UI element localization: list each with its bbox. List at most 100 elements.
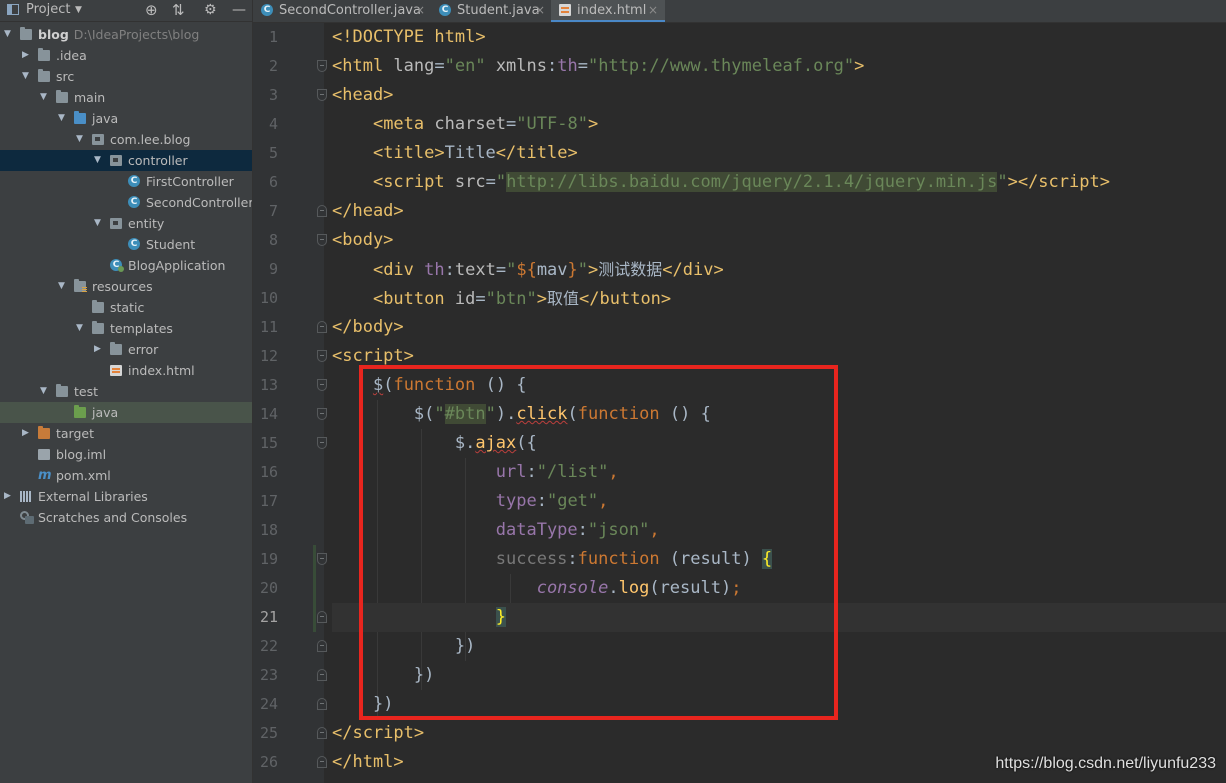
tree-item-label: .idea [56, 48, 87, 63]
expand-arrow-icon[interactable]: ▼ [94, 150, 104, 171]
fold-marker-icon[interactable] [317, 205, 327, 217]
expand-arrow-icon[interactable]: ▼ [58, 108, 68, 129]
minimize-icon[interactable]: — [232, 0, 246, 21]
line-number: 7 [268, 202, 278, 220]
tree-item-static[interactable]: static [0, 297, 252, 318]
code-line: <script> [332, 346, 414, 366]
tree-item-target[interactable]: ▶ target [0, 423, 252, 444]
expand-arrow-icon[interactable]: ▼ [40, 87, 50, 108]
expand-arrow-icon[interactable]: ▼ [4, 24, 14, 45]
tree-item-idea[interactable]: ▶ .idea [0, 45, 252, 66]
tree-item-resources[interactable]: ▼ resources [0, 276, 252, 297]
line-number: 8 [268, 231, 278, 249]
tree-item-java[interactable]: ▼ java [0, 108, 252, 129]
spring-boot-class-icon: C [110, 259, 124, 272]
tree-item-test[interactable]: ▼ test [0, 381, 252, 402]
fold-marker-icon[interactable] [317, 553, 327, 565]
tab-index-html[interactable]: index.html × [551, 0, 665, 22]
fold-marker-icon[interactable] [317, 611, 327, 623]
tree-item-label: controller [128, 153, 188, 168]
expand-arrow-icon[interactable]: ▶ [22, 45, 32, 66]
chevron-down-icon[interactable]: ▼ [75, 0, 82, 21]
tree-item-pom-xml[interactable]: m pom.xml [0, 465, 252, 486]
tree-item-templates[interactable]: ▼ templates [0, 318, 252, 339]
fold-marker-icon[interactable] [317, 437, 327, 449]
fold-marker-icon[interactable] [317, 408, 327, 420]
expand-arrow-icon[interactable]: ▶ [94, 339, 104, 360]
tree-item-label: resources [92, 279, 153, 294]
tab-student[interactable]: C Student.java × [431, 0, 551, 22]
line-number: 17 [259, 492, 278, 510]
tree-item-student[interactable]: C Student [0, 234, 252, 255]
project-view-selector[interactable]: Project [26, 0, 70, 21]
fold-marker-icon[interactable] [317, 669, 327, 681]
close-icon[interactable]: × [648, 0, 658, 21]
line-number: 22 [259, 637, 278, 655]
line-number: 2 [268, 57, 278, 75]
tree-item-scratches[interactable]: Scratches and Consoles [0, 507, 252, 528]
tree-item-index-html[interactable]: index.html [0, 360, 252, 381]
tree-item-blog[interactable]: ▼ blog D:\IdeaProjects\blog [0, 24, 252, 45]
fold-marker-icon[interactable] [317, 234, 327, 246]
tree-item-label: target [56, 426, 95, 441]
fold-marker-icon[interactable] [317, 640, 327, 652]
tree-item-main[interactable]: ▼ main [0, 87, 252, 108]
line-number: 24 [259, 695, 278, 713]
gear-icon[interactable]: ⚙ [204, 0, 217, 21]
class-icon: C [128, 175, 140, 187]
tree-item-blog-iml[interactable]: blog.iml [0, 444, 252, 465]
tree-item-second-controller[interactable]: C SecondController [0, 192, 252, 213]
collapse-all-icon[interactable]: ⇅ [172, 0, 185, 21]
tree-item-blog-application[interactable]: C BlogApplication [0, 255, 252, 276]
fold-marker-icon[interactable] [317, 727, 327, 739]
code-line: success:function (result) { [495, 549, 773, 569]
tree-item-test-java[interactable]: java [0, 402, 252, 423]
code-line: </head> [332, 201, 404, 221]
tree-item-error[interactable]: ▶ error [0, 339, 252, 360]
close-icon[interactable]: × [535, 0, 545, 21]
tree-item-src[interactable]: ▼ src [0, 66, 252, 87]
tree-item-package[interactable]: ▼ com.lee.blog [0, 129, 252, 150]
vcs-change-marker [313, 545, 316, 632]
tree-item-label: main [74, 90, 106, 105]
package-icon [92, 134, 104, 145]
package-icon [110, 155, 122, 166]
tree-item-controller[interactable]: ▼ controller [0, 150, 252, 171]
code-area[interactable]: <!DOCTYPE html> <html lang="en" xmlns:th… [332, 23, 1226, 783]
expand-arrow-icon[interactable]: ▼ [22, 66, 32, 87]
resources-folder-icon [74, 279, 87, 293]
code-line: <div th:text="${mav}">测试数据</div> [372, 260, 724, 280]
expand-arrow-icon[interactable]: ▶ [22, 423, 32, 444]
tab-second-controller[interactable]: C SecondController.java × [253, 0, 431, 22]
fold-marker-icon[interactable] [317, 60, 327, 72]
fold-marker-icon[interactable] [317, 321, 327, 333]
fold-marker-icon[interactable] [317, 698, 327, 710]
tree-item-label: java [92, 111, 119, 126]
expand-arrow-icon[interactable]: ▼ [76, 129, 86, 150]
expand-arrow-icon[interactable]: ▼ [40, 381, 50, 402]
code-line: }) [372, 694, 394, 714]
fold-marker-icon[interactable] [317, 756, 327, 768]
code-line: </body> [332, 317, 404, 337]
locate-file-icon[interactable]: ⊕ [145, 0, 158, 21]
fold-marker-icon[interactable] [317, 379, 327, 391]
tree-item-first-controller[interactable]: C FirstController [0, 171, 252, 192]
expand-arrow-icon[interactable]: ▶ [4, 486, 14, 507]
line-number: 19 [259, 550, 278, 568]
tree-item-label: SecondController [146, 195, 253, 210]
expand-arrow-icon[interactable]: ▼ [76, 318, 86, 339]
tree-item-external-libraries[interactable]: ▶ External Libraries [0, 486, 252, 507]
tree-item-entity[interactable]: ▼ entity [0, 213, 252, 234]
fold-marker-icon[interactable] [317, 89, 327, 101]
project-view-icon [7, 4, 19, 15]
fold-marker-icon[interactable] [317, 350, 327, 362]
scratches-icon [20, 511, 34, 524]
code-line: $(function () { [372, 375, 527, 395]
expand-arrow-icon[interactable]: ▼ [94, 213, 104, 234]
test-folder-icon [74, 405, 86, 418]
code-editor[interactable]: 1 2 3 4 5 6 7 8 9 10 11 12 13 14 15 16 1… [253, 23, 1226, 783]
libraries-icon [20, 491, 32, 502]
code-line: console.log(result); [536, 578, 742, 598]
expand-arrow-icon[interactable]: ▼ [58, 276, 68, 297]
close-icon[interactable]: × [415, 0, 425, 21]
